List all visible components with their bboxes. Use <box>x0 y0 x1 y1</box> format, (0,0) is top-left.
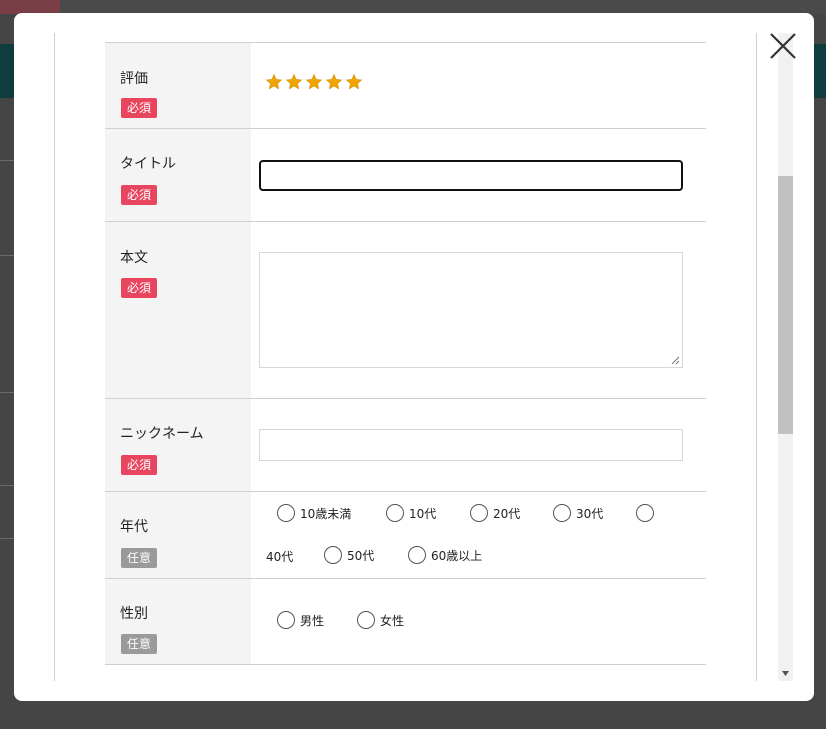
content-border-left <box>54 33 55 681</box>
age-option-40s-label[interactable]: 40代 <box>266 548 293 565</box>
age-option-20s[interactable]: 20代 <box>470 504 520 522</box>
body-label-cell: 本文 必須 <box>105 222 251 398</box>
scroll-down-button[interactable] <box>778 665 793 681</box>
age-option-40s-radio[interactable] <box>636 504 654 522</box>
gender-row: 性別 任意 男性 女性 <box>105 579 706 665</box>
required-badge: 必須 <box>121 98 158 118</box>
nickname-row: ニックネーム 必須 <box>105 399 706 492</box>
gender-option-label: 男性 <box>300 613 325 628</box>
optional-badge: 任意 <box>121 548 158 568</box>
body-textarea[interactable] <box>259 252 683 368</box>
age-label: 年代 <box>120 519 148 535</box>
age-option-label: 30代 <box>576 506 604 521</box>
age-option-label: 10代 <box>409 506 437 521</box>
required-badge: 必須 <box>121 278 158 298</box>
radio-circle-icon[interactable] <box>408 546 426 564</box>
arrow-down-icon <box>782 670 789 676</box>
background-divider <box>0 160 14 161</box>
age-value-cell: 10歳未満 10代 20代 30代 40代 50代 60歳以上 <box>251 492 706 578</box>
star-icon[interactable] <box>305 73 323 91</box>
gender-label: 性別 <box>120 606 148 622</box>
close-icon <box>770 33 796 59</box>
star-icon[interactable] <box>265 73 283 91</box>
optional-badge: 任意 <box>121 634 158 654</box>
nickname-value-cell <box>251 399 706 491</box>
age-option-under-10[interactable]: 10歳未満 <box>277 504 351 522</box>
body-label: 本文 <box>120 250 148 266</box>
age-option-label: 20代 <box>493 506 521 521</box>
title-label-cell: タイトル 必須 <box>105 129 251 221</box>
gender-label-cell: 性別 任意 <box>105 579 251 664</box>
radio-circle-icon[interactable] <box>324 546 342 564</box>
body-value-cell <box>251 222 706 398</box>
age-option-label: 10歳未満 <box>300 506 352 521</box>
content-border-right <box>756 33 757 681</box>
radio-circle-icon[interactable] <box>636 504 654 522</box>
background-divider <box>0 255 14 256</box>
radio-circle-icon[interactable] <box>470 504 488 522</box>
modal-scrollbar[interactable] <box>778 33 793 681</box>
required-badge: 必須 <box>121 185 158 205</box>
resize-grip-icon[interactable] <box>671 356 680 365</box>
nickname-label: ニックネーム <box>120 426 204 442</box>
gender-value-cell: 男性 女性 <box>251 579 706 664</box>
age-option-label: 60歳以上 <box>431 548 483 563</box>
nickname-input[interactable] <box>259 429 683 461</box>
background-divider <box>0 392 14 393</box>
radio-circle-icon[interactable] <box>277 504 295 522</box>
rating-label-cell: 評価 必須 <box>105 43 251 128</box>
radio-circle-icon[interactable] <box>357 611 375 629</box>
age-label-cell: 年代 任意 <box>105 492 251 578</box>
review-form: 評価 必須 タイトル 必須 本文 必須 ニックネーム 必須 年代 任意 10歳未… <box>105 42 706 665</box>
scrollbar-thumb[interactable] <box>778 176 793 434</box>
close-button[interactable] <box>766 29 800 63</box>
age-row: 年代 任意 10歳未満 10代 20代 30代 40代 50代 60歳以上 <box>105 492 706 579</box>
age-option-50s[interactable]: 50代 <box>324 546 374 564</box>
star-icon[interactable] <box>285 73 303 91</box>
body-row: 本文 必須 <box>105 222 706 399</box>
background-divider <box>0 485 14 486</box>
rating-label: 評価 <box>120 71 148 87</box>
title-input[interactable] <box>259 160 683 191</box>
age-option-label: 50代 <box>347 548 375 563</box>
rating-value-cell <box>251 43 706 128</box>
background-divider <box>0 538 14 539</box>
age-option-60-plus[interactable]: 60歳以上 <box>408 546 482 564</box>
star-icon[interactable] <box>345 73 363 91</box>
age-option-10s[interactable]: 10代 <box>386 504 436 522</box>
gender-option-male[interactable]: 男性 <box>277 611 324 629</box>
radio-circle-icon[interactable] <box>553 504 571 522</box>
age-option-30s[interactable]: 30代 <box>553 504 603 522</box>
rating-row: 評価 必須 <box>105 43 706 129</box>
nickname-label-cell: ニックネーム 必須 <box>105 399 251 491</box>
background-logo <box>0 0 60 14</box>
star-icon[interactable] <box>325 73 343 91</box>
required-badge: 必須 <box>121 455 158 475</box>
background-header <box>0 0 826 14</box>
gender-option-label: 女性 <box>380 613 405 628</box>
review-modal: 評価 必須 タイトル 必須 本文 必須 ニックネーム 必須 年代 任意 10歳未… <box>14 13 814 701</box>
radio-circle-icon[interactable] <box>277 611 295 629</box>
gender-option-female[interactable]: 女性 <box>357 611 404 629</box>
radio-circle-icon[interactable] <box>386 504 404 522</box>
title-label: タイトル <box>120 156 176 172</box>
star-rating[interactable] <box>265 73 363 91</box>
title-value-cell <box>251 129 706 221</box>
title-row: タイトル 必須 <box>105 129 706 222</box>
